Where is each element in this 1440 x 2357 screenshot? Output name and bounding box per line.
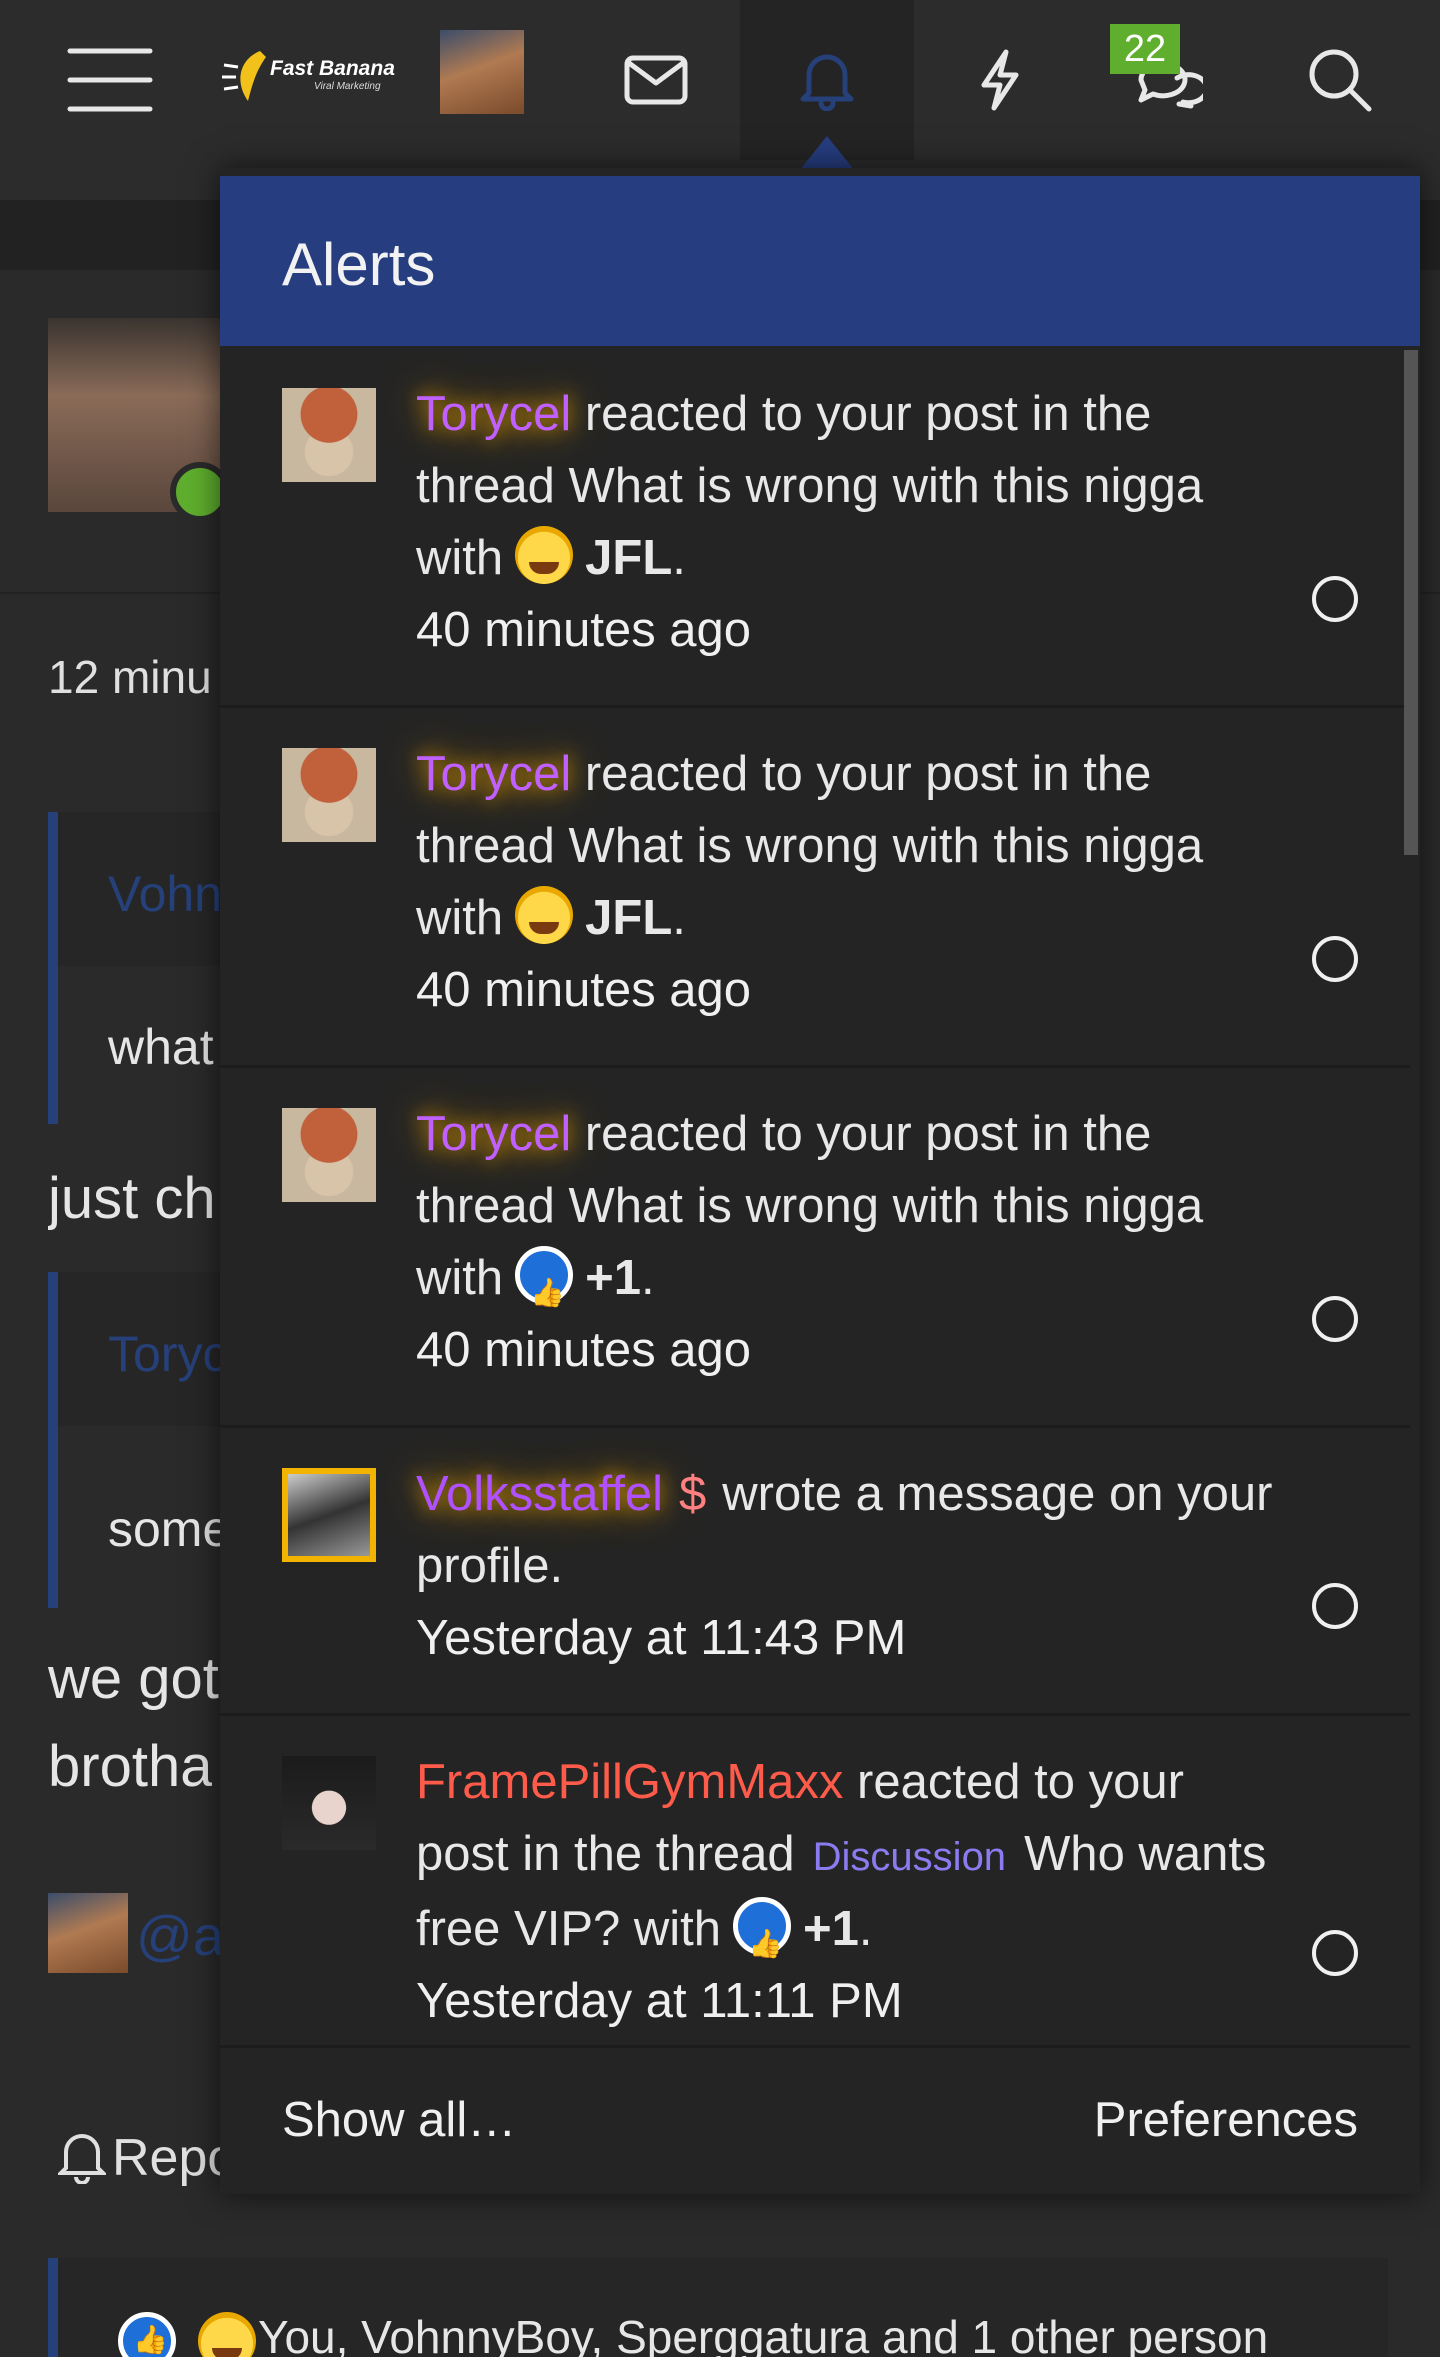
whats-new-button[interactable] bbox=[944, 0, 1056, 160]
account-avatar[interactable] bbox=[440, 30, 524, 114]
alert-time: Yesterday at 11:43 PM bbox=[416, 1611, 907, 1665]
quote-author[interactable]: Vohn bbox=[108, 865, 222, 923]
thumbs-up-icon bbox=[515, 1246, 574, 1329]
dollar-icon: $ bbox=[678, 1467, 707, 1521]
lightning-icon bbox=[981, 49, 1019, 111]
search-button[interactable] bbox=[1284, 0, 1396, 160]
post-text: brotha bbox=[48, 1734, 213, 1799]
user-avatar[interactable] bbox=[282, 748, 376, 842]
alert-item[interactable]: Volksstaffel $ wrote a message on your pro… bbox=[220, 1428, 1410, 1716]
user-avatar[interactable] bbox=[282, 1756, 376, 1850]
show-all-link[interactable]: Show all… bbox=[282, 2092, 516, 2148]
jfl-emoji-icon bbox=[515, 526, 574, 584]
popup-scrollbar[interactable] bbox=[1404, 350, 1418, 855]
alert-time: 40 minutes ago bbox=[416, 603, 752, 657]
jfl-emoji-icon bbox=[515, 886, 574, 944]
menu-button[interactable] bbox=[40, 0, 180, 160]
alert-text: Torycel reacted to your post in the thre… bbox=[416, 378, 1276, 666]
reaction-name: JFL bbox=[585, 531, 673, 585]
alert-time: 40 minutes ago bbox=[416, 963, 752, 1017]
reaction-name: JFL bbox=[585, 891, 673, 945]
user-avatar[interactable] bbox=[282, 388, 376, 482]
alert-username[interactable]: Torycel bbox=[416, 1107, 571, 1161]
site-logo[interactable]: Fast Banana Viral Marketing bbox=[222, 45, 397, 105]
conversations-badge: 22 bbox=[1110, 24, 1180, 74]
alert-time: Yesterday at 11:11 PM bbox=[416, 1974, 903, 2028]
mention-avatar[interactable] bbox=[48, 1893, 128, 1973]
jfl-emoji-icon bbox=[198, 2312, 256, 2357]
menu-icon bbox=[67, 48, 153, 112]
mark-read-toggle[interactable] bbox=[1312, 936, 1358, 982]
reaction-name: +1 bbox=[803, 1902, 859, 1956]
thumbs-up-icon bbox=[118, 2312, 176, 2357]
alert-username[interactable]: Torycel bbox=[416, 387, 571, 441]
alert-text: Volksstaffel $ wrote a message on your pro… bbox=[416, 1458, 1276, 1674]
user-avatar[interactable] bbox=[282, 1468, 376, 1562]
thumbs-up-icon bbox=[733, 1897, 792, 1980]
alert-item[interactable]: Torycel reacted to your post in the thre… bbox=[220, 708, 1410, 1068]
mail-icon bbox=[624, 55, 688, 105]
mark-read-toggle[interactable] bbox=[1312, 1296, 1358, 1342]
alerts-header: Alerts bbox=[220, 176, 1420, 346]
user-avatar[interactable] bbox=[282, 1108, 376, 1202]
quote-text: what bbox=[108, 1019, 214, 1075]
quote-author[interactable]: Toryc bbox=[108, 1325, 227, 1383]
alert-item[interactable]: Torycel reacted to your post in the thre… bbox=[220, 1068, 1410, 1428]
brand-name: Fast Banana bbox=[270, 57, 395, 80]
reaction-name: +1 bbox=[585, 1251, 642, 1305]
reactions-summary[interactable]: You, VohnnyBoy, Sperggatura and 1 other … bbox=[258, 2310, 1268, 2357]
alert-username[interactable]: Torycel bbox=[416, 747, 571, 801]
mention-link[interactable]: @a bbox=[136, 1903, 224, 1968]
post-text: we got bbox=[48, 1646, 219, 1711]
quote-bar bbox=[48, 1272, 58, 1608]
inbox-button[interactable] bbox=[600, 0, 712, 160]
alert-text: Torycel reacted to your post in the thre… bbox=[416, 738, 1276, 1026]
bell-icon bbox=[58, 2134, 106, 2184]
post-text: just ch bbox=[48, 1166, 216, 1231]
alert-text: Torycel reacted to your post in the thre… bbox=[416, 1098, 1276, 1386]
preferences-link[interactable]: Preferences bbox=[1094, 2092, 1358, 2148]
alert-item[interactable]: FramePillGymMaxx reacted to your post in… bbox=[220, 1716, 1410, 2048]
banana-icon bbox=[222, 51, 266, 101]
post-time[interactable]: 12 minu bbox=[48, 650, 212, 704]
alerts-title: Alerts bbox=[282, 231, 436, 298]
alert-username[interactable]: FramePillGymMaxx bbox=[416, 1755, 843, 1809]
thread-prefix[interactable]: Discussion bbox=[813, 1835, 1006, 1879]
alert-username[interactable]: Volksstaffel bbox=[416, 1467, 663, 1521]
mark-read-toggle[interactable] bbox=[1312, 1583, 1358, 1629]
report-link[interactable]: Repo bbox=[112, 2128, 236, 2188]
quote-bar bbox=[48, 812, 58, 1124]
alert-text: FramePillGymMaxx reacted to your post in… bbox=[416, 1746, 1276, 2037]
search-icon bbox=[1309, 49, 1372, 112]
mark-read-toggle[interactable] bbox=[1312, 1930, 1358, 1976]
bell-icon bbox=[800, 54, 854, 111]
reactions-bar[interactable]: You, VohnnyBoy, Sperggatura and 1 other … bbox=[48, 2258, 1388, 2357]
alerts-popup: Alerts Torycel reacted to your post in t… bbox=[220, 168, 1420, 2194]
alert-item[interactable]: Torycel reacted to your post in the thre… bbox=[220, 348, 1410, 708]
alerts-footer: Show all… Preferences bbox=[220, 2048, 1420, 2194]
mark-read-toggle[interactable] bbox=[1312, 576, 1358, 622]
brand-tagline: Viral Marketing bbox=[314, 81, 381, 92]
quote-text: some bbox=[108, 1501, 231, 1557]
